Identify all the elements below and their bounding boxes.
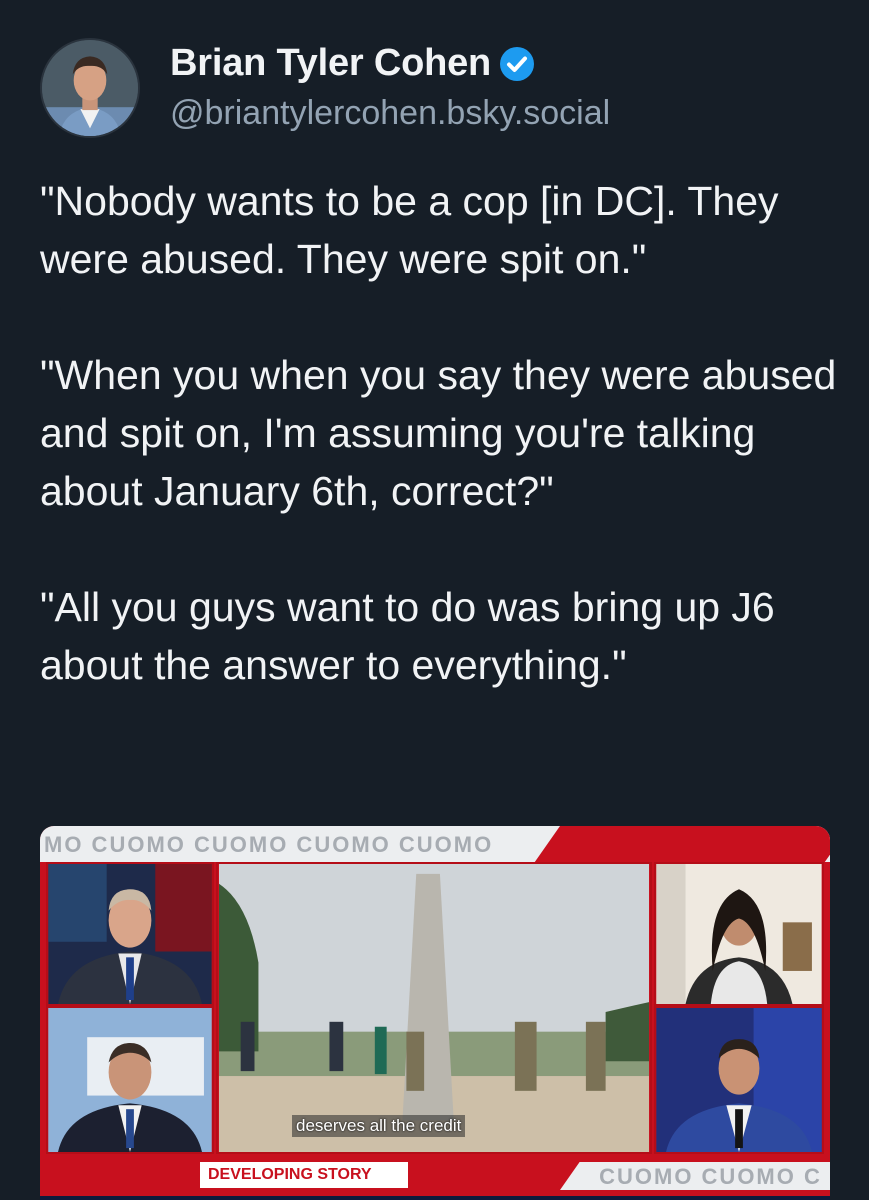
video-caption: deserves all the credit xyxy=(292,1115,466,1137)
anchor-tile xyxy=(46,862,214,1006)
panelist-portrait-icon xyxy=(656,864,822,1004)
post-card: Brian Tyler Cohen @briantylercohen.bsky.… xyxy=(0,0,869,1200)
banner-red-flag xyxy=(534,826,830,862)
monument-scene-icon xyxy=(218,864,650,1152)
ticker-text: CUOMO CUOMO C xyxy=(599,1164,822,1189)
post-paragraph: "All you guys want to do was bring up J6… xyxy=(40,584,775,688)
author-name-row: Brian Tyler Cohen xyxy=(170,42,537,85)
panelist-tile-1 xyxy=(654,862,824,1006)
panelist-portrait-icon xyxy=(656,1008,822,1152)
developing-story-label: DEVELOPING STORY xyxy=(200,1162,408,1188)
lower-third: DEVELOPING STORY CUOMO CUOMO C xyxy=(40,1156,830,1200)
author-display-name[interactable]: Brian Tyler Cohen xyxy=(170,42,491,85)
ticker-strip: CUOMO CUOMO C xyxy=(560,1162,830,1190)
banner-brand-text: MO CUOMO CUOMO CUOMO CUOMO xyxy=(44,832,494,857)
guest-tile xyxy=(46,1006,214,1154)
verified-check-icon xyxy=(497,44,537,84)
bottom-bar xyxy=(40,1196,830,1200)
post-paragraph: "When you when you say they were abused … xyxy=(40,352,837,514)
main-scene-tile xyxy=(216,862,652,1154)
author-handle[interactable]: @briantylercohen.bsky.social xyxy=(170,94,610,133)
avatar[interactable] xyxy=(40,38,140,138)
video-thumbnail[interactable]: MO CUOMO CUOMO CUOMO CUOMO DEVELOPING ST… xyxy=(40,826,830,1200)
guest-portrait-icon xyxy=(48,1008,212,1152)
post-paragraph: "Nobody wants to be a cop [in DC]. They … xyxy=(40,178,779,282)
video-frame xyxy=(40,862,830,1192)
post-body: "Nobody wants to be a cop [in DC]. They … xyxy=(40,172,840,694)
panelist-tile-2 xyxy=(654,1006,824,1154)
anchor-portrait-icon xyxy=(48,864,212,1004)
network-banner: MO CUOMO CUOMO CUOMO CUOMO xyxy=(40,826,830,862)
avatar-portrait-icon xyxy=(42,40,138,136)
